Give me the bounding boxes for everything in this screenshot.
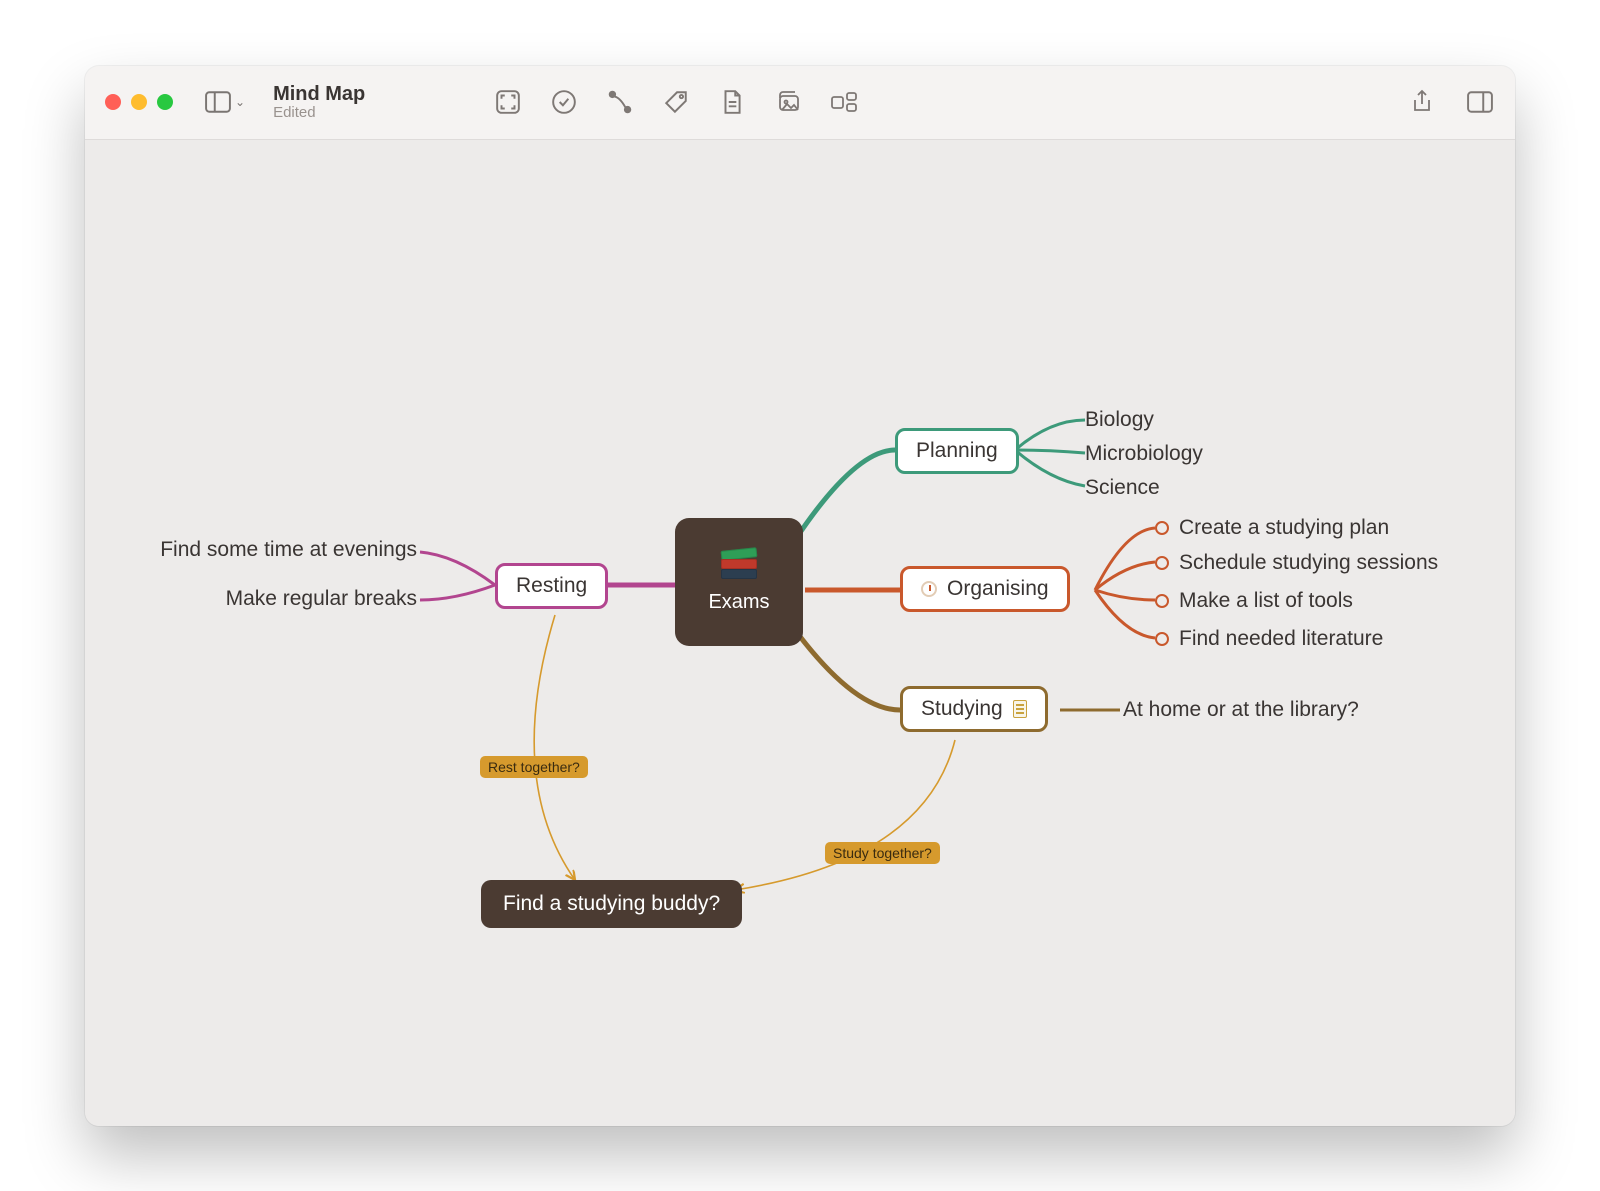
media-button[interactable] — [773, 87, 803, 117]
leaf-planning-1[interactable]: Microbiology — [1085, 442, 1203, 466]
leaf-resting-0[interactable]: Find some time at evenings — [147, 538, 417, 562]
layout-button[interactable] — [829, 87, 859, 117]
fullscreen-window-button[interactable] — [157, 94, 173, 110]
check-circle-icon — [551, 89, 577, 115]
inspector-toggle-button[interactable] — [1465, 87, 1495, 117]
task-bullet-icon — [1155, 521, 1169, 535]
node-organising[interactable]: Organising — [900, 566, 1070, 612]
document-title: Mind Map — [273, 83, 365, 105]
notes-button[interactable] — [717, 87, 747, 117]
sidebar-icon — [205, 91, 231, 113]
mindmap-canvas[interactable]: Exams Planning Biology Microbiology Scie… — [85, 140, 1515, 1126]
share-button[interactable] — [1407, 87, 1437, 117]
inspector-icon — [1467, 89, 1493, 115]
document-icon — [719, 89, 745, 115]
titlebar: ⌄ Mind Map Edited — [85, 66, 1515, 140]
task-bullet-icon — [1155, 632, 1169, 646]
clock-icon — [921, 581, 937, 597]
node-center-exams[interactable]: Exams — [675, 518, 803, 646]
node-studying-label: Studying — [921, 697, 1003, 721]
toolbar-center-group — [493, 87, 859, 117]
leaf-resting-1[interactable]: Make regular breaks — [147, 587, 417, 611]
document-subtitle: Edited — [273, 105, 365, 122]
leaf-organising-1[interactable]: Schedule studying sessions — [1155, 551, 1438, 575]
leaf-organising-2[interactable]: Make a list of tools — [1155, 589, 1353, 613]
images-icon — [775, 89, 801, 115]
connection-icon — [607, 89, 633, 115]
crosslink-label-rest[interactable]: Rest together? — [480, 756, 588, 778]
close-window-button[interactable] — [105, 94, 121, 110]
layout-icon — [831, 89, 857, 115]
minimize-window-button[interactable] — [131, 94, 147, 110]
leaf-organising-0[interactable]: Create a studying plan — [1155, 516, 1389, 540]
books-icon — [718, 549, 760, 585]
leaf-planning-2[interactable]: Science — [1085, 476, 1160, 500]
document-title-stack: Mind Map Edited — [273, 83, 365, 122]
focus-icon — [495, 89, 521, 115]
traffic-lights — [105, 94, 173, 110]
node-resting[interactable]: Resting — [495, 563, 608, 609]
node-studying[interactable]: Studying — [900, 686, 1048, 732]
task-button[interactable] — [549, 87, 579, 117]
focus-mode-button[interactable] — [493, 87, 523, 117]
crosslink-label-study[interactable]: Study together? — [825, 842, 940, 864]
leaf-planning-0[interactable]: Biology — [1085, 408, 1154, 432]
node-organising-label: Organising — [947, 577, 1049, 601]
node-floating-buddy-label: Find a studying buddy? — [503, 892, 720, 915]
node-resting-label: Resting — [516, 574, 587, 598]
leaf-organising-3[interactable]: Find needed literature — [1155, 627, 1383, 651]
connection-button[interactable] — [605, 87, 635, 117]
tag-button[interactable] — [661, 87, 691, 117]
share-icon — [1409, 89, 1435, 115]
tag-icon — [663, 89, 689, 115]
task-bullet-icon — [1155, 594, 1169, 608]
task-bullet-icon — [1155, 556, 1169, 570]
chevron-down-icon: ⌄ — [235, 95, 245, 109]
sidebar-toggle-button[interactable]: ⌄ — [199, 87, 251, 117]
node-planning-label: Planning — [916, 439, 998, 463]
node-planning[interactable]: Planning — [895, 428, 1019, 474]
toolbar-right-group — [1407, 87, 1495, 117]
note-attachment-icon — [1013, 700, 1027, 718]
app-window: ⌄ Mind Map Edited — [85, 66, 1515, 1126]
leaf-studying-0[interactable]: At home or at the library? — [1123, 698, 1359, 722]
node-floating-buddy[interactable]: Find a studying buddy? — [481, 880, 742, 928]
node-center-label: Exams — [708, 591, 769, 614]
